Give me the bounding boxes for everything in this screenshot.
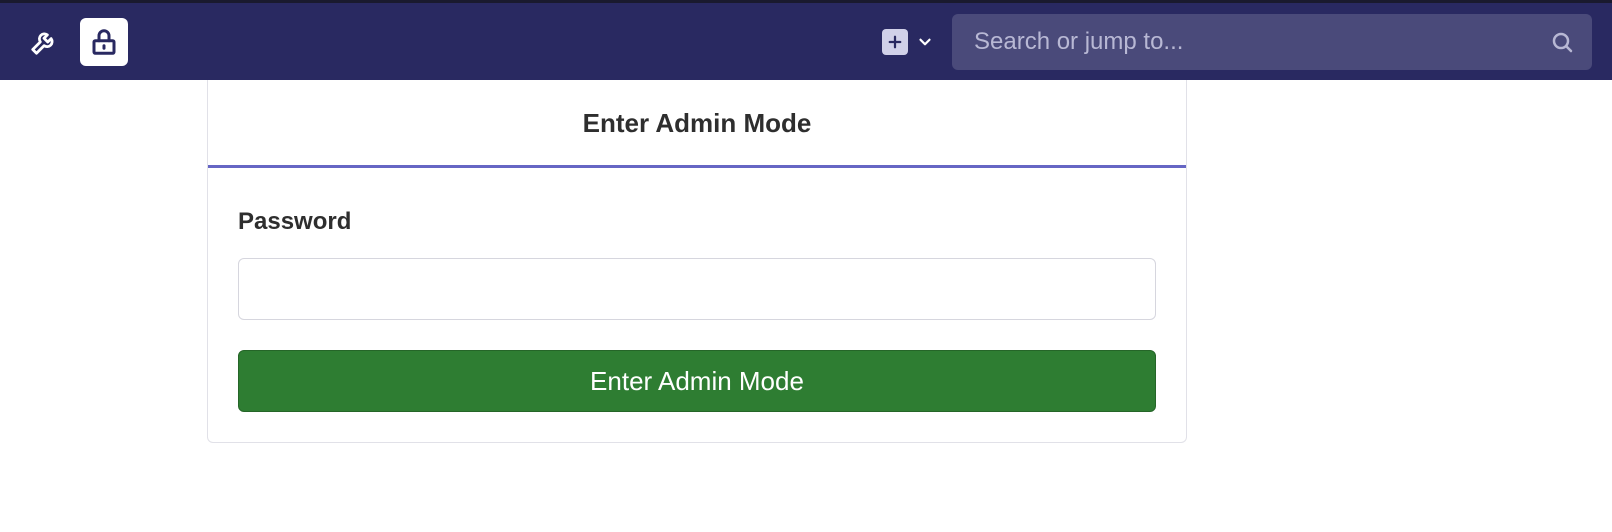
- panel-title: Enter Admin Mode: [208, 108, 1186, 139]
- admin-wrench-button[interactable]: [20, 18, 68, 66]
- main-content: Enter Admin Mode Password Enter Admin Mo…: [0, 80, 1612, 443]
- password-label: Password: [238, 208, 1156, 236]
- admin-lock-button[interactable]: [80, 18, 128, 66]
- password-input[interactable]: [238, 258, 1156, 320]
- search-wrap: [952, 14, 1592, 70]
- wrench-icon: [29, 27, 59, 57]
- admin-mode-panel: Enter Admin Mode Password Enter Admin Mo…: [207, 80, 1187, 443]
- create-new-dropdown[interactable]: [874, 23, 942, 61]
- search-input[interactable]: [952, 14, 1592, 70]
- plus-icon: [882, 29, 908, 55]
- topbar-left: [20, 18, 128, 66]
- lock-icon: [89, 27, 119, 57]
- chevron-down-icon: [916, 33, 934, 51]
- topbar-right: [874, 14, 1592, 70]
- panel-body: Password Enter Admin Mode: [208, 168, 1186, 412]
- panel-header: Enter Admin Mode: [208, 80, 1186, 168]
- enter-admin-mode-button[interactable]: Enter Admin Mode: [238, 350, 1156, 412]
- topbar: [0, 3, 1612, 80]
